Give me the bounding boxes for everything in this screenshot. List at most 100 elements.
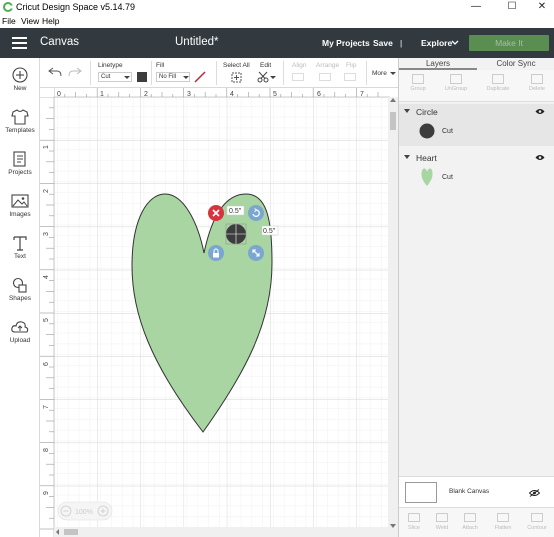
save-button[interactable]: Save: [373, 38, 393, 48]
chevron-down-icon: [270, 76, 276, 79]
left-sidebar: New Templates Projects Images Text Shape…: [0, 58, 40, 537]
layer-group-heart[interactable]: Heart Cut: [399, 150, 554, 194]
ruler-label: 6: [43, 362, 50, 366]
delete-button: Delete: [522, 74, 552, 92]
hamburger-menu-icon[interactable]: [12, 37, 27, 49]
caret-down-icon[interactable]: [404, 109, 410, 113]
no-fill-swatch-icon[interactable]: [194, 71, 206, 83]
tab-layers[interactable]: Layers: [399, 58, 477, 70]
ruler-label: 9: [43, 491, 50, 495]
menu-help[interactable]: Help: [42, 16, 59, 27]
window-title: Cricut Design Space v5.14.79: [16, 2, 136, 12]
edit-toolbar: Linetype Cut Fill No Fill Select All Edi…: [40, 58, 398, 88]
flip-icon: [344, 73, 356, 81]
text-icon: [13, 236, 27, 251]
flatten-icon: [497, 513, 509, 522]
ruler-label: 3: [43, 232, 50, 236]
layer-tools: Group UnGroup Duplicate Delete: [399, 70, 554, 102]
document-title[interactable]: Untitled*: [175, 36, 218, 48]
vertical-scroll-thumb[interactable]: [390, 112, 396, 130]
lock-handle[interactable]: [208, 245, 224, 261]
heart-layer-thumbnail: [421, 168, 433, 186]
blank-canvas-swatch[interactable]: [405, 482, 437, 503]
duplicate-icon: [492, 74, 504, 84]
sidebar-label: Images: [9, 211, 31, 218]
app-header: Canvas Untitled* My Projects Save | Expl…: [0, 28, 554, 58]
image-icon: [11, 194, 29, 208]
undo-icon[interactable]: [48, 67, 62, 77]
explore-dropdown[interactable]: Explore: [421, 38, 452, 48]
projects-icon: [13, 151, 26, 167]
ruler-label: 7: [43, 405, 50, 409]
flatten-button: Flatten: [488, 513, 518, 531]
eye-icon[interactable]: [535, 154, 545, 161]
layer-operation: Cut: [442, 128, 453, 135]
select-all-label: Select All: [223, 62, 250, 69]
ruler-label: 2: [144, 91, 148, 98]
shapes-icon: [12, 277, 27, 293]
resize-handle[interactable]: [248, 245, 264, 261]
section-title: Canvas: [40, 36, 79, 48]
scissors-icon[interactable]: [257, 71, 269, 83]
sidebar-item-new[interactable]: New: [0, 67, 40, 92]
align-label: Align: [292, 62, 307, 69]
blank-canvas-row[interactable]: Blank Canvas: [399, 476, 554, 508]
linetype-color-swatch[interactable]: [137, 72, 147, 82]
layer-name: Circle: [416, 107, 438, 117]
delete-handle[interactable]: [208, 205, 224, 221]
ruler-label: 0: [57, 91, 61, 98]
ruler-label: 4: [230, 91, 234, 98]
ruler-label: 8: [43, 448, 50, 452]
sidebar-item-projects[interactable]: Projects: [0, 151, 40, 176]
rotate-handle[interactable]: [248, 205, 264, 221]
ungroup-button: UnGroup: [441, 74, 471, 92]
edit-label: Edit: [260, 62, 272, 69]
minimize-button[interactable]: —: [464, 0, 488, 15]
my-projects-link[interactable]: My Projects: [322, 38, 370, 48]
canvas-grid[interactable]: 0 1 2 3 4 5 6 7 1 2 3 4 5 6 7 8 9 0.5" 0…: [40, 88, 398, 537]
zoom-level: 100%: [75, 509, 93, 516]
select-all-icon[interactable]: [231, 72, 242, 83]
cricut-logo-icon: [3, 2, 13, 12]
close-window-button[interactable]: ✕: [530, 0, 554, 15]
menu-bar: File View Help: [0, 15, 554, 28]
horizontal-scrollbar[interactable]: [54, 527, 388, 537]
sidebar-item-shapes[interactable]: Shapes: [0, 277, 40, 302]
ruler-label: 4: [43, 275, 50, 279]
caret-down-icon[interactable]: [404, 155, 410, 159]
make-it-button[interactable]: Make It: [469, 35, 549, 51]
flip-label: Flip: [346, 62, 357, 69]
attach-icon: [464, 513, 476, 522]
menu-view[interactable]: View: [21, 16, 39, 27]
sidebar-item-images[interactable]: Images: [0, 193, 40, 218]
zoom-control: 100%: [57, 501, 113, 521]
design-canvas[interactable]: 0 1 2 3 4 5 6 7 1 2 3 4 5 6 7 8 9 0.5" 0…: [40, 88, 398, 537]
eye-hidden-icon[interactable]: [529, 489, 540, 497]
eye-icon[interactable]: [535, 108, 545, 115]
chevron-down-icon: [390, 72, 396, 75]
sidebar-item-upload[interactable]: Upload: [0, 319, 40, 344]
redo-icon[interactable]: [68, 67, 82, 77]
ruler-left: [40, 88, 54, 537]
sidebar-label: Shapes: [8, 295, 32, 302]
horizontal-scroll-thumb[interactable]: [64, 529, 78, 535]
vertical-scrollbar[interactable]: [388, 97, 398, 537]
sidebar-item-text[interactable]: Text: [0, 235, 40, 260]
maximize-button[interactable]: ☐: [500, 0, 524, 15]
chevron-down-icon: [451, 40, 459, 45]
slice-icon: [408, 513, 420, 522]
align-icon: [292, 73, 304, 81]
panel-tabs: Layers Color Sync: [399, 58, 554, 70]
fill-label: Fill: [156, 62, 165, 69]
linetype-value: Cut: [101, 74, 111, 80]
tab-color-sync[interactable]: Color Sync: [477, 59, 554, 69]
weld-button: Weld: [427, 513, 457, 531]
sidebar-label: Templates: [5, 127, 35, 134]
more-menu[interactable]: More: [372, 70, 387, 77]
contour-icon: [531, 513, 543, 522]
menu-file[interactable]: File: [2, 16, 16, 27]
ruler-label: 3: [187, 91, 191, 98]
layer-group-circle[interactable]: Circle Cut: [399, 104, 554, 146]
ruler-label: 5: [273, 91, 277, 98]
sidebar-item-templates[interactable]: Templates: [0, 109, 40, 134]
